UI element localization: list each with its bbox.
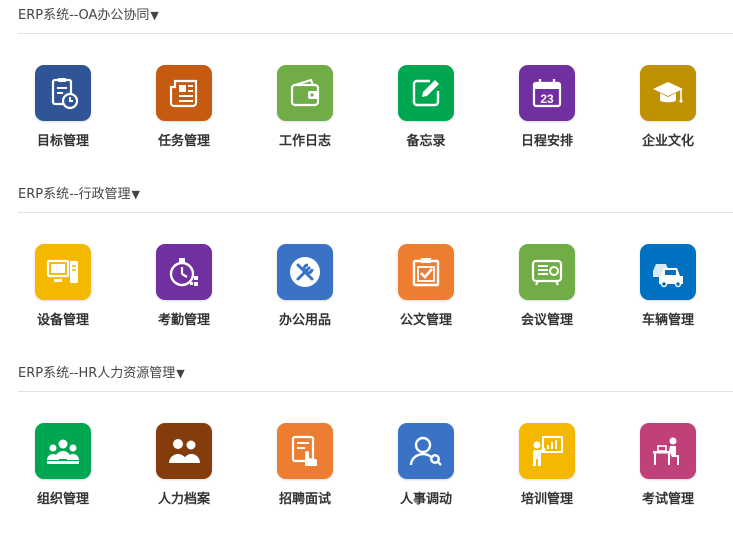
app-tile-label: 人力档案 [157,492,210,507]
section-divider [18,33,733,34]
app-tile-label: 公文管理 [399,313,452,328]
app-tile-label: 考试管理 [641,492,694,507]
app-tile-attendance-management[interactable]: 考勤管理 [134,244,234,334]
app-tile-personnel-transfer[interactable]: 人事调动 [376,423,476,513]
computer-icon [35,244,91,300]
section-admin: ERP系统--行政管理▼ 设备管理 考勤管理 办公用品 公文管理 会议管理 车辆… [0,183,733,333]
section-title: ERP系统--HR人力资源管理 [18,366,176,381]
app-tile-label: 企业文化 [641,134,694,149]
cars-icon [640,244,696,300]
app-tile-training-management[interactable]: 培训管理 [497,423,597,513]
document-check-icon [398,244,454,300]
app-tile-label: 任务管理 [157,134,210,149]
app-tile-label: 办公用品 [278,313,331,328]
dropdown-arrow-icon: ▼ [176,367,185,380]
app-tile-schedule[interactable]: 23 日程安排 [497,65,597,155]
app-tile-label: 设备管理 [36,313,89,328]
clipboard-clock-icon [35,65,91,121]
dropdown-arrow-icon: ▼ [150,9,159,22]
wallet-icon [277,65,333,121]
app-tile-label: 会议管理 [520,313,573,328]
stopwatch-icon [156,244,212,300]
section-divider [18,212,733,213]
app-grid-admin: 设备管理 考勤管理 办公用品 公文管理 会议管理 车辆管理 [0,244,733,334]
app-tile-vehicle-management[interactable]: 车辆管理 [618,244,718,334]
app-tile-recruitment-interview[interactable]: 招聘面试 [255,423,355,513]
app-grid-hr: 组织管理 人力档案 招聘面试 人事调动 培训管理 考试管理 [0,423,733,513]
app-tile-label: 招聘面试 [278,492,331,507]
app-tile-label: 培训管理 [520,492,573,507]
people-group-icon [35,423,91,479]
svg-text:23: 23 [540,92,554,106]
app-tile-organization-management[interactable]: 组织管理 [13,423,113,513]
section-hr: ERP系统--HR人力资源管理▼ 组织管理 人力档案 招聘面试 人事调动 培训管… [0,362,733,512]
app-tile-document-management[interactable]: 公文管理 [376,244,476,334]
app-tile-label: 组织管理 [36,492,89,507]
app-tile-memo[interactable]: 备忘录 [376,65,476,155]
app-tile-office-supplies[interactable]: 办公用品 [255,244,355,334]
section-oa: ERP系统--OA办公协同▼ 目标管理 任务管理 工作日志 备忘录 23 日程安… [0,4,733,154]
section-title: ERP系统--OA办公协同 [18,8,150,23]
app-tile-label: 车辆管理 [641,313,694,328]
app-tile-equipment-management[interactable]: 设备管理 [13,244,113,334]
app-tile-label: 人事调动 [399,492,452,507]
graduation-cap-icon [640,65,696,121]
exam-desk-icon [640,423,696,479]
app-tile-exam-management[interactable]: 考试管理 [618,423,718,513]
tools-icon [277,244,333,300]
app-tile-corporate-culture[interactable]: 企业文化 [618,65,718,155]
app-tile-hr-profiles[interactable]: 人力档案 [134,423,234,513]
section-header-admin[interactable]: ERP系统--行政管理▼ [18,183,140,205]
app-tile-task-management[interactable]: 任务管理 [134,65,234,155]
edit-note-icon [398,65,454,121]
app-tile-meeting-management[interactable]: 会议管理 [497,244,597,334]
profile-people-icon [156,423,212,479]
app-tile-goal-management[interactable]: 目标管理 [13,65,113,155]
app-tile-label: 考勤管理 [157,313,210,328]
app-grid-oa: 目标管理 任务管理 工作日志 备忘录 23 日程安排 企业文化 [0,65,733,155]
section-header-oa[interactable]: ERP系统--OA办公协同▼ [18,4,159,26]
section-header-hr[interactable]: ERP系统--HR人力资源管理▼ [18,362,185,384]
person-search-icon [398,423,454,479]
newspaper-icon [156,65,212,121]
app-tile-label: 日程安排 [520,134,573,149]
app-tile-label: 工作日志 [278,134,331,149]
app-tile-work-log[interactable]: 工作日志 [255,65,355,155]
app-tile-label: 目标管理 [36,134,89,149]
recruit-touch-icon [277,423,333,479]
app-tile-label: 备忘录 [406,134,446,149]
projector-icon [519,244,575,300]
section-title: ERP系统--行政管理 [18,187,131,202]
training-board-icon [519,423,575,479]
calendar-icon: 23 [519,65,575,121]
section-divider [18,391,733,392]
dropdown-arrow-icon: ▼ [131,188,140,201]
